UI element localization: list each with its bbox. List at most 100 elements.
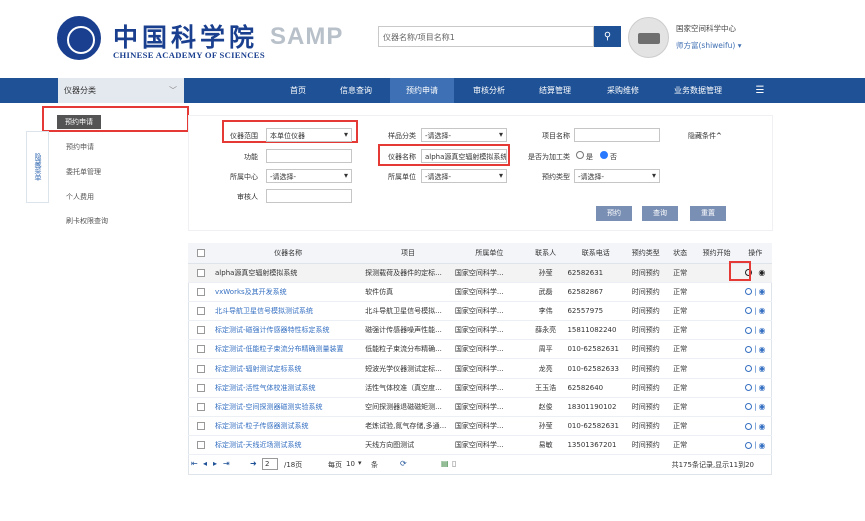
eye-icon[interactable]: ◉	[758, 345, 765, 354]
instrument-name[interactable]: 标定测试-磁强计传感器特性标定系统	[213, 320, 364, 341]
select-all-checkbox[interactable]	[196, 248, 205, 257]
row-checkbox-box[interactable]	[196, 402, 205, 411]
hide-menu-tab[interactable]: 隐藏菜单	[26, 131, 49, 203]
eye-icon[interactable]: ◉	[758, 326, 765, 335]
eye-icon[interactable]: ◉	[758, 422, 765, 431]
unit-select[interactable]: -请选择-	[421, 169, 507, 183]
clock-icon[interactable]	[745, 326, 753, 334]
row-checkbox-box[interactable]	[196, 287, 205, 296]
select-all-header[interactable]	[188, 243, 214, 264]
row-checkbox-box[interactable]	[196, 306, 205, 315]
instrument-name[interactable]: 标定测试-活性气体校准测试系统	[213, 378, 364, 398]
instrument-name[interactable]: vxWorks及其开发系统	[213, 282, 364, 302]
clock-icon[interactable]	[745, 403, 753, 411]
row-checkbox[interactable]	[188, 263, 214, 283]
eye-icon[interactable]: ◉	[758, 287, 765, 296]
nav-info-query[interactable]: 信息查询	[330, 78, 382, 103]
clock-icon[interactable]	[745, 288, 753, 296]
table-row[interactable]: 标定测试-磁强计传感器特性标定系统 磁强计传感器噪声性能... 国家空间科学... 薛…	[188, 320, 772, 341]
row-checkbox-box[interactable]	[196, 441, 205, 450]
last-page-icon[interactable]: ⇥	[223, 459, 230, 468]
goto-page-icon[interactable]: ➜	[250, 459, 257, 468]
book-button[interactable]: 预约	[596, 206, 632, 221]
table-row[interactable]: vxWorks及其开发系统 软件仿真 国家空间科学... 武磊 62582867 时间预约…	[188, 282, 772, 302]
sidebar-item-fees[interactable]: 个人费用	[66, 192, 94, 202]
instrument-name[interactable]: 标定测试-辐射测试定标系统	[213, 358, 364, 379]
row-checkbox[interactable]	[188, 358, 214, 379]
page-input[interactable]: 2	[262, 458, 278, 470]
eye-icon[interactable]: ◉	[758, 383, 765, 392]
next-page-icon[interactable]: ▸	[213, 459, 217, 468]
nav-settlement[interactable]: 结算管理	[528, 78, 582, 103]
chevron-down-icon[interactable]: ▾	[358, 459, 362, 467]
project-name-input[interactable]	[574, 128, 660, 142]
clock-icon[interactable]	[745, 345, 753, 353]
instrument-name[interactable]: 标定测试-粒子传感器测试系统	[213, 416, 364, 437]
instrument-name[interactable]: alpha源真空辐射模拟系统	[213, 263, 364, 283]
row-checkbox[interactable]	[188, 320, 214, 341]
nav-business-data[interactable]: 业务数据管理	[662, 78, 734, 103]
row-checkbox[interactable]	[188, 301, 214, 322]
instrument-name[interactable]: 标定测试-天线近场测试系统	[213, 435, 364, 456]
prev-page-icon[interactable]: ◂	[203, 459, 207, 468]
search-button[interactable]: ⚲	[594, 26, 621, 47]
clock-icon[interactable]	[745, 422, 753, 430]
nav-review[interactable]: 审核分析	[462, 78, 516, 103]
table-row[interactable]: 标定测试-低能粒子束流分布精确测量装置 低能粒子束流分布精确... 国家空间科学..…	[188, 339, 772, 360]
eye-icon[interactable]: ◉	[758, 268, 765, 277]
hide-conditions-toggle[interactable]: 隐藏条件^	[688, 131, 728, 141]
clock-icon[interactable]	[745, 384, 753, 392]
table-row[interactable]: 标定测试-活性气体校准测试系统 活性气体校准（真空度... 国家空间科学... 王玉浩…	[188, 378, 772, 398]
per-page-select[interactable]: 10	[346, 460, 355, 468]
row-checkbox-box[interactable]	[196, 345, 205, 354]
radio-no[interactable]	[600, 151, 608, 159]
avatar[interactable]	[628, 17, 669, 58]
instrument-name-input[interactable]: alpha源真空辐射模拟系统	[421, 149, 507, 163]
reset-button[interactable]: 重置	[690, 206, 726, 221]
sidebar-item-orders[interactable]: 委托单管理	[66, 167, 101, 177]
row-checkbox[interactable]	[188, 282, 214, 302]
row-checkbox-box[interactable]	[196, 364, 205, 373]
instrument-name[interactable]: 北斗导航卫星信号模拟测试系统	[213, 301, 364, 322]
eye-icon[interactable]: ◉	[758, 441, 765, 450]
search-query-button[interactable]: 查询	[642, 206, 678, 221]
row-checkbox-box[interactable]	[196, 383, 205, 392]
nav-home[interactable]: 首页	[274, 78, 322, 103]
table-row[interactable]: 标定测试-辐射测试定标系统 短波光学仪器测试定标... 国家空间科学... 龙亮 010…	[188, 358, 772, 379]
sample-category-select[interactable]: -请选择-	[421, 128, 507, 142]
eye-icon[interactable]: ◉	[758, 402, 765, 411]
row-checkbox-box[interactable]	[196, 422, 205, 431]
nav-purchase[interactable]: 采购维修	[596, 78, 650, 103]
table-row[interactable]: 北斗导航卫星信号模拟测试系统 北斗导航卫星信号模拟... 国家空间科学... 李伟 62…	[188, 301, 772, 322]
table-row[interactable]: 标定测试-空间探测器磁测实验系统 空间探测器退磁磁矩测... 国家空间科学... 赵俊…	[188, 397, 772, 418]
row-checkbox-box[interactable]	[196, 326, 205, 335]
first-page-icon[interactable]: ⇤	[191, 459, 198, 468]
clock-icon[interactable]	[745, 441, 753, 449]
table-row[interactable]: 标定测试-天线近场测试系统 天线方向图测试 国家空间科学... 易敏 135013672…	[188, 435, 772, 456]
refresh-icon[interactable]: ⟳	[400, 459, 407, 468]
excel-export-icon[interactable]: ▤	[441, 459, 449, 468]
clock-icon[interactable]	[745, 307, 753, 315]
center-select[interactable]: -请选择-	[266, 169, 352, 183]
user-menu[interactable]: 师方富(shiweifu) ▾	[676, 40, 741, 51]
row-checkbox-box[interactable]	[196, 268, 205, 277]
category-dropdown[interactable]: 仪器分类 ﹀	[58, 78, 184, 103]
instrument-name[interactable]: 标定测试-空间探测器磁测实验系统	[213, 397, 364, 418]
search-input[interactable]: 仪器名称/项目名称1	[378, 26, 594, 47]
row-checkbox[interactable]	[188, 397, 214, 418]
reviewer-input[interactable]	[266, 189, 352, 203]
nav-booking[interactable]: 预约申请	[390, 78, 454, 103]
eye-icon[interactable]: ◉	[758, 306, 765, 315]
row-checkbox[interactable]	[188, 339, 214, 360]
function-input[interactable]	[266, 149, 352, 163]
eye-icon[interactable]: ◉	[758, 364, 765, 373]
menu-icon[interactable]: ☰	[752, 78, 768, 103]
row-checkbox[interactable]	[188, 416, 214, 437]
clock-icon[interactable]	[745, 365, 753, 373]
instrument-scope-select[interactable]: 本单位仪器	[266, 128, 352, 142]
document-export-icon[interactable]: ▯	[452, 459, 456, 468]
radio-yes[interactable]	[576, 151, 584, 159]
table-row[interactable]: alpha源真空辐射模拟系统 探测载荷及器件的定标... 国家空间科学... 孙莹 62…	[188, 263, 772, 283]
row-checkbox[interactable]	[188, 435, 214, 456]
instrument-name[interactable]: 标定测试-低能粒子束流分布精确测量装置	[213, 339, 364, 360]
